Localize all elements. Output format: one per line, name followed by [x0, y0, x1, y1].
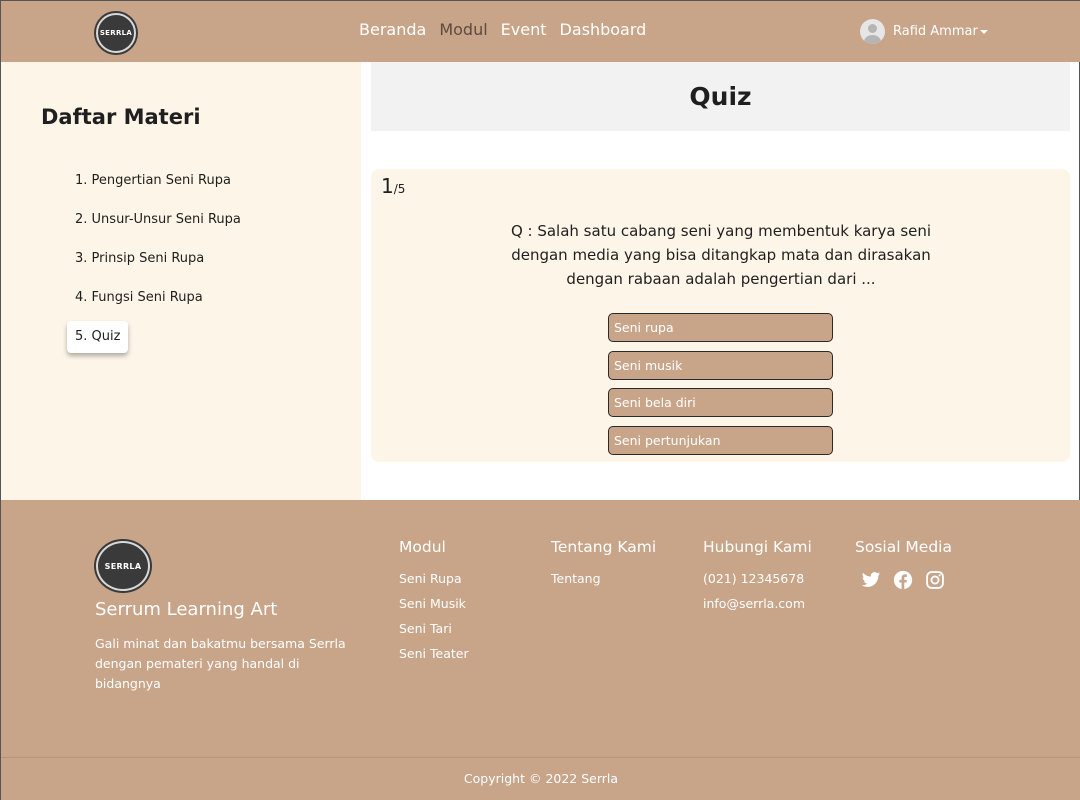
- brand-description: Gali minat dan bakatmu bersama Serrla de…: [95, 636, 346, 691]
- nav-link-beranda[interactable]: Beranda: [359, 20, 426, 39]
- social-icons: [861, 570, 952, 590]
- nav-link-modul[interactable]: Modul: [439, 20, 487, 39]
- materi-list: 1. Pengertian Seni Rupa 2. Unsur-Unsur S…: [67, 165, 249, 360]
- footer-link-seni-tari[interactable]: Seni Tari: [399, 620, 469, 637]
- answer-option-seni-bela-diri[interactable]: Seni bela diri: [608, 388, 833, 417]
- user-menu[interactable]: Rafid Ammar: [860, 19, 988, 44]
- answer-option-seni-musik[interactable]: Seni musik: [608, 350, 833, 380]
- footer: SERRLA Serrum Learning Art Gali minat da…: [1, 500, 1080, 800]
- footer-link-seni-rupa[interactable]: Seni Rupa: [399, 570, 469, 587]
- footer-heading-modul: Modul: [399, 538, 446, 556]
- footer-col-sosial: Sosial Media: [855, 538, 952, 590]
- sidebar-item-unsur[interactable]: 2. Unsur-Unsur Seni Rupa: [67, 204, 249, 236]
- question-counter: 1/5: [381, 174, 405, 198]
- sidebar-item-prinsip[interactable]: 3. Prinsip Seni Rupa: [67, 243, 249, 275]
- sidebar-title: Daftar Materi: [41, 105, 201, 129]
- instagram-icon[interactable]: [925, 570, 945, 590]
- footer-logo: SERRLA: [96, 541, 150, 591]
- footer-col-hubungi: Hubungi Kami (021) 12345678 info@serrla.…: [703, 538, 812, 620]
- answer-option-seni-pertunjukan[interactable]: Seni pertunjukan: [608, 425, 833, 455]
- current-question-number: 1: [381, 174, 394, 198]
- nav-link-dashboard[interactable]: Dashboard: [560, 20, 647, 39]
- sidebar-item-quiz[interactable]: 5. Quiz: [67, 321, 129, 353]
- question-text: Q : Salah satu cabang seni yang membentu…: [510, 222, 932, 288]
- footer-link-tentang[interactable]: Tentang: [551, 570, 656, 587]
- sidebar: Daftar Materi 1. Pengertian Seni Rupa 2.…: [1, 62, 361, 500]
- footer-heading-hubungi: Hubungi Kami: [703, 538, 812, 556]
- footer-logo-text: SERRLA: [104, 561, 142, 571]
- answer-option-seni-rupa[interactable]: Seni rupa: [608, 313, 833, 342]
- footer-heading-sosial: Sosial Media: [855, 538, 952, 556]
- footer-divider: [1, 757, 1080, 758]
- brand-name: Serrum Learning Art: [95, 599, 278, 620]
- serrla-logo[interactable]: SERRLA: [96, 13, 136, 53]
- quiz-card: 1/5 Q : Salah satu cabang seni yang memb…: [371, 169, 1070, 462]
- footer-link-email[interactable]: info@serrla.com: [703, 595, 812, 612]
- navbar: SERRLA Beranda Modul Event Dashboard Raf…: [1, 1, 1080, 62]
- nav-link-event[interactable]: Event: [501, 20, 547, 39]
- footer-link-seni-teater[interactable]: Seni Teater: [399, 645, 469, 662]
- chevron-down-icon: [979, 29, 988, 34]
- logo-text: SERRLA: [99, 29, 133, 37]
- user-name: Rafid Ammar: [893, 24, 978, 39]
- footer-col-tentang: Tentang Kami Tentang: [551, 538, 656, 595]
- footer-col-modul: Modul Seni Rupa Seni Musik Seni Tari Sen…: [399, 538, 469, 670]
- footer-heading-tentang: Tentang Kami: [551, 538, 657, 556]
- sidebar-item-pengertian[interactable]: 1. Pengertian Seni Rupa: [67, 165, 249, 197]
- answer-options: Seni rupa Seni musik Seni bela diri Seni…: [608, 313, 833, 463]
- total-questions: /5: [393, 182, 406, 196]
- nav-links: Beranda Modul Event Dashboard: [359, 20, 646, 39]
- quiz-header: Quiz: [371, 62, 1070, 131]
- page-title: Quiz: [689, 82, 752, 111]
- avatar: [860, 19, 885, 44]
- footer-link-phone[interactable]: (021) 12345678: [703, 570, 812, 587]
- facebook-icon[interactable]: [893, 570, 913, 590]
- copyright: Copyright © 2022 Serrla: [463, 771, 619, 786]
- twitter-icon[interactable]: [861, 570, 881, 590]
- sidebar-item-fungsi[interactable]: 4. Fungsi Seni Rupa: [67, 282, 249, 314]
- footer-link-seni-musik[interactable]: Seni Musik: [399, 595, 469, 612]
